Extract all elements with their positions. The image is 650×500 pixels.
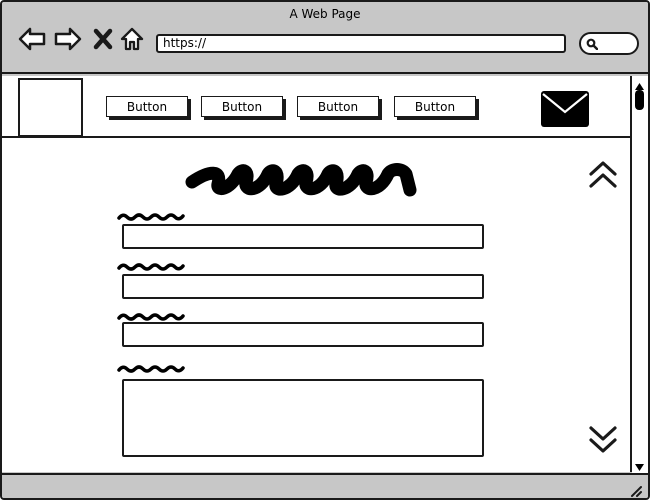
close-x-icon[interactable] [92, 26, 114, 52]
message-textarea[interactable] [122, 379, 484, 457]
site-header: Button Button Button Button [2, 76, 630, 138]
status-bar [2, 473, 648, 498]
nav-button-3[interactable]: Button [297, 96, 379, 117]
home-icon[interactable] [119, 26, 145, 52]
field-label-2 [117, 256, 187, 271]
page-content: Button Button Button Button [2, 76, 632, 472]
field-label-3 [117, 306, 187, 321]
browser-titlebar: A Web Page https:// [2, 2, 648, 74]
scrollbar-thumb[interactable] [635, 90, 644, 110]
nav-button-2[interactable]: Button [201, 96, 283, 117]
url-input[interactable]: https:// [156, 34, 566, 53]
field-label-1 [117, 206, 187, 221]
logo-placeholder[interactable] [18, 78, 83, 137]
form-heading-placeholder [184, 160, 419, 198]
forward-arrow-icon[interactable] [54, 26, 82, 52]
scroll-up-arrow-icon[interactable] [633, 77, 646, 90]
vertical-scrollbar[interactable] [632, 76, 648, 473]
window-title: A Web Page [289, 7, 361, 21]
browser-window: A Web Page https:// Button Button Button… [0, 0, 650, 500]
envelope-icon[interactable] [540, 90, 590, 128]
text-field-1[interactable] [122, 224, 484, 249]
textarea-label [117, 358, 187, 373]
scroll-down-arrow-icon[interactable] [633, 459, 646, 471]
text-field-3[interactable] [122, 322, 484, 347]
double-chevron-up-icon[interactable] [587, 160, 619, 190]
text-field-2[interactable] [122, 274, 484, 299]
resize-grip-icon[interactable] [628, 482, 642, 497]
double-chevron-down-icon[interactable] [587, 424, 619, 454]
nav-button-1[interactable]: Button [106, 96, 188, 117]
search-field[interactable] [579, 32, 639, 55]
nav-button-4[interactable]: Button [394, 96, 476, 117]
back-arrow-icon[interactable] [18, 26, 46, 52]
search-icon [586, 38, 598, 50]
